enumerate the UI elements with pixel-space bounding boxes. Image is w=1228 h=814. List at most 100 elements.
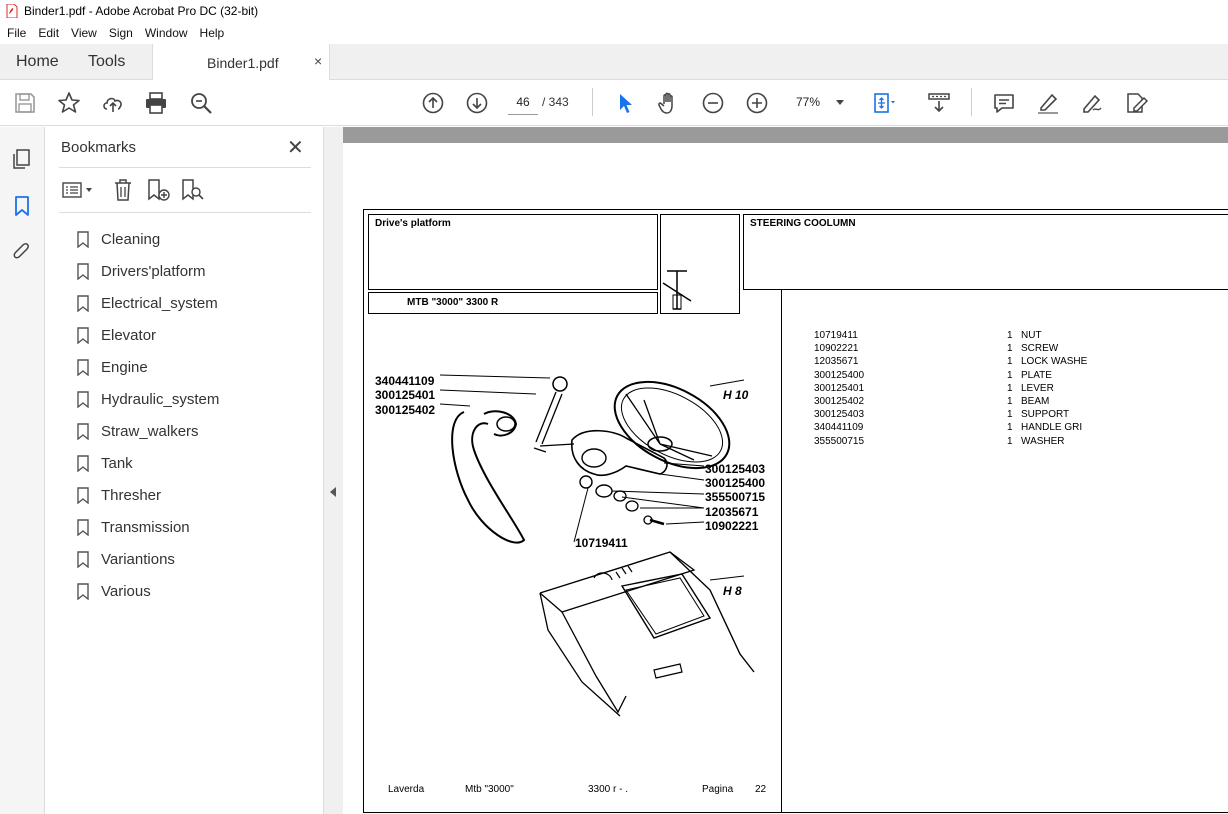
document-viewer[interactable]: Drive's platform MTB "3000" 3300 R STEER… <box>343 127 1228 814</box>
menu-window[interactable]: Window <box>145 26 188 40</box>
footer-model: Mtb "3000" <box>465 784 514 795</box>
bookmark-label: Hydraulic_system <box>101 390 220 408</box>
part-number: 10902221 <box>814 343 859 355</box>
next-page-icon[interactable] <box>464 90 490 116</box>
page-thumbnails-icon[interactable] <box>10 147 34 171</box>
menu-file[interactable]: File <box>7 26 26 40</box>
bookmarks-panel-icon[interactable] <box>10 194 34 218</box>
section-title: Drive's platform <box>375 218 451 229</box>
part-qty: 1 <box>1007 343 1013 355</box>
part-number: 300125401 <box>814 382 865 394</box>
part-description: SCREW <box>1021 343 1059 355</box>
steering-symbol-icon <box>662 270 692 310</box>
new-bookmark-icon[interactable] <box>145 177 171 203</box>
bookmark-item[interactable]: Drivers'platform <box>77 255 219 287</box>
parts-row: 12035671 1 LOCK WASHE <box>814 356 1114 369</box>
toolbar-divider <box>592 88 593 116</box>
menu-view[interactable]: View <box>71 26 97 40</box>
main-toolbar: 46 / 343 77% <box>0 80 1228 126</box>
bookmark-label: Various <box>101 582 151 600</box>
part-qty: 1 <box>1007 409 1013 421</box>
tab-bar: Home Tools Binder1.pdf × <box>0 44 1228 81</box>
bookmark-item[interactable]: Straw_walkers <box>77 415 219 447</box>
highlight-pen-icon[interactable] <box>1035 90 1061 116</box>
tab-home[interactable]: Home <box>16 53 59 71</box>
part-qty: 1 <box>1007 435 1013 447</box>
symbol-box <box>660 214 740 314</box>
part-description: LEVER <box>1021 382 1054 394</box>
bookmark-label: Straw_walkers <box>101 422 199 440</box>
menu-bar: File Edit View Sign Window Help <box>0 22 1228 44</box>
part-qty: 1 <box>1007 330 1013 341</box>
select-cursor-icon[interactable] <box>612 90 638 116</box>
acrobat-app-icon <box>6 3 18 19</box>
footer-brand: Laverda <box>388 784 425 795</box>
bookmark-options-icon[interactable] <box>61 177 95 203</box>
save-icon[interactable] <box>12 90 38 116</box>
bookmark-item[interactable]: Transmission <box>77 511 219 543</box>
comment-icon[interactable] <box>991 90 1017 116</box>
bookmark-item[interactable]: Hydraulic_system <box>77 383 219 415</box>
bookmark-label: Electrical_system <box>101 294 218 312</box>
tab-document-label: Binder1.pdf <box>207 55 279 71</box>
part-callout: 12035671 <box>705 505 759 519</box>
menu-help[interactable]: Help <box>200 26 225 40</box>
part-number: 300125403 <box>814 409 865 421</box>
scroll-mode-icon[interactable] <box>926 90 952 116</box>
collapse-left-icon <box>330 487 336 497</box>
page-fit-icon[interactable] <box>870 90 896 116</box>
part-number: 300125402 <box>814 395 865 407</box>
bookmark-label: Transmission <box>101 518 190 536</box>
star-icon[interactable] <box>56 90 82 116</box>
zoom-out-icon[interactable] <box>700 90 726 116</box>
bookmark-item[interactable]: Cleaning <box>77 223 219 255</box>
bookmark-item[interactable]: Engine <box>77 351 219 383</box>
print-icon[interactable] <box>143 90 169 116</box>
parts-row: 355500715 1 WASHER <box>814 436 1114 449</box>
bookmark-icon <box>77 454 89 472</box>
bookmark-icon <box>77 262 89 280</box>
part-callout: 300125400 <box>705 476 766 490</box>
bookmark-item[interactable]: Elevator <box>77 319 219 351</box>
bookmark-item[interactable]: Thresher <box>77 479 219 511</box>
drawing-frame: Drive's platform MTB "3000" 3300 R STEER… <box>363 209 1228 813</box>
close-panel-icon[interactable]: ✕ <box>287 135 304 160</box>
sign-pen-icon[interactable] <box>1079 90 1105 116</box>
part-callout: 10902221 <box>705 519 759 533</box>
find-bookmark-icon[interactable] <box>179 177 205 203</box>
group-title: STEERING COOLUMN <box>750 218 856 229</box>
part-description: HANDLE GRI <box>1021 422 1083 434</box>
bookmark-icon <box>77 518 89 536</box>
attachments-paperclip-icon[interactable] <box>10 240 34 264</box>
bookmarks-list: Cleaning Drivers'platform Electrical_sys… <box>77 223 219 607</box>
tab-document[interactable]: Binder1.pdf × <box>152 44 330 81</box>
panel-collapse-handle[interactable] <box>324 127 343 814</box>
title-bar: Binder1.pdf - Adobe Acrobat Pro DC (32-b… <box>0 0 1228 22</box>
page-number-input[interactable]: 46 <box>508 91 538 115</box>
bookmark-icon <box>77 358 89 376</box>
parts-row: 340441109 1 HANDLE GRI <box>814 422 1114 435</box>
search-zoom-icon[interactable] <box>188 90 214 116</box>
tab-close-icon[interactable]: × <box>314 53 322 69</box>
view-label: H 8 <box>723 584 742 598</box>
part-description: BEAM <box>1021 395 1050 407</box>
zoom-in-icon[interactable] <box>744 90 770 116</box>
zoom-level-select[interactable]: 77% <box>790 91 850 115</box>
bookmark-item[interactable]: Tank <box>77 447 219 479</box>
bookmark-item[interactable]: Electrical_system <box>77 287 219 319</box>
delete-bookmark-icon[interactable] <box>111 177 135 203</box>
bookmark-label: Variantions <box>101 550 175 568</box>
upload-cloud-icon[interactable] <box>100 90 126 116</box>
hand-tool-icon[interactable] <box>656 90 682 116</box>
part-callout: 300125402 <box>375 403 436 417</box>
bookmark-item[interactable]: Variantions <box>77 543 219 575</box>
bookmark-icon <box>77 326 89 344</box>
previous-page-icon[interactable] <box>420 90 446 116</box>
menu-edit[interactable]: Edit <box>38 26 59 40</box>
menu-sign[interactable]: Sign <box>109 26 133 40</box>
tab-tools[interactable]: Tools <box>88 53 125 71</box>
fill-sign-icon[interactable] <box>1123 90 1149 116</box>
bookmark-item[interactable]: Various <box>77 575 219 607</box>
part-number: 355500715 <box>814 435 865 447</box>
window-title: Binder1.pdf - Adobe Acrobat Pro DC (32-b… <box>24 4 259 18</box>
